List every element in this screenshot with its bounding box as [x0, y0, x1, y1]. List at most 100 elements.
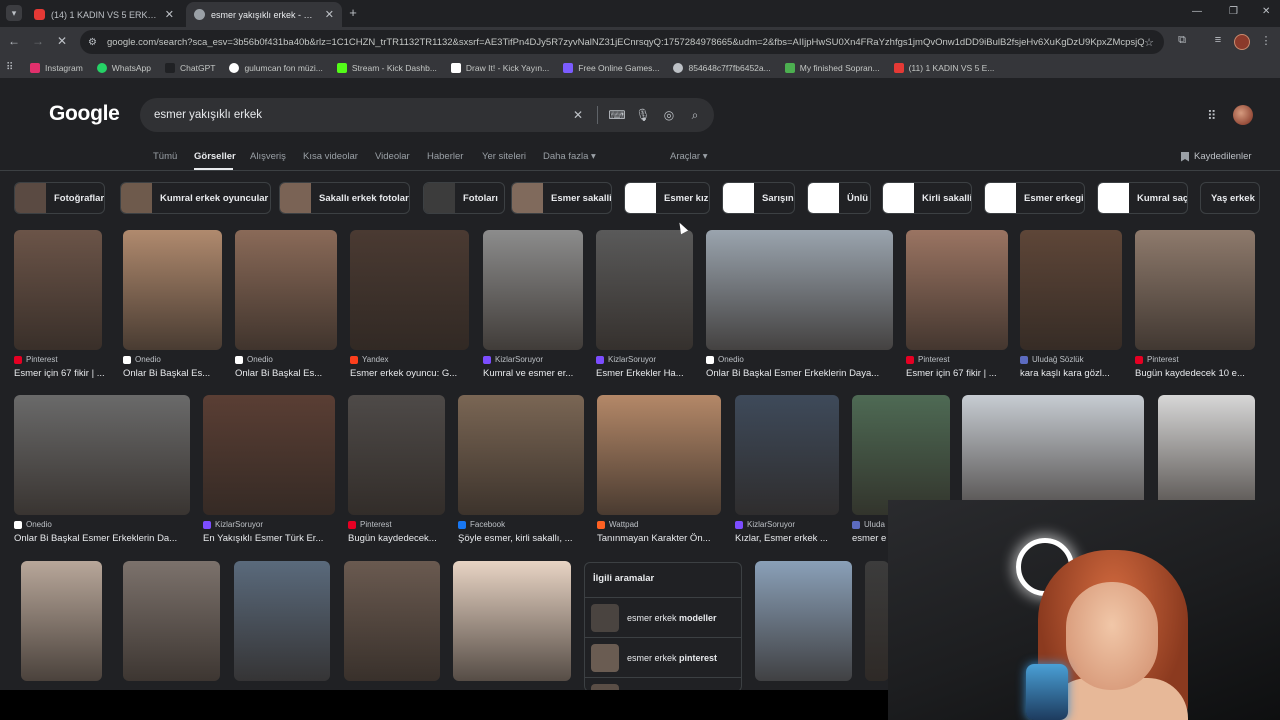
filter-chip[interactable]: Yaş erkek [1200, 182, 1260, 214]
image-source[interactable]: Onedio [706, 355, 744, 364]
menu-icon[interactable]: ⋮ [1258, 34, 1274, 50]
image-source[interactable]: Onedio [235, 355, 273, 364]
saved-link[interactable]: Kaydedilenler [1181, 151, 1252, 162]
filter-chip[interactable]: Sarışın [722, 182, 795, 214]
image-result[interactable] [1135, 230, 1255, 350]
image-result[interactable] [906, 230, 1008, 350]
image-caption[interactable]: Bugün kaydedecek 10 e... [1135, 368, 1255, 379]
image-result[interactable] [344, 561, 440, 681]
address-bar[interactable]: ⚙ google.com/search?sca_esv=3b56b0f431ba… [80, 30, 1164, 54]
bookmark-item[interactable]: Draw It! - Kick Yayın... [450, 62, 549, 73]
image-source[interactable]: Pinterest [1135, 355, 1179, 364]
filter-chip[interactable]: Sakallı erkek fotoları [279, 182, 410, 214]
image-caption[interactable]: Tanınmayan Karakter Ön... [597, 533, 721, 544]
related-search-item[interactable] [585, 677, 741, 690]
image-result[interactable] [458, 395, 584, 515]
image-result[interactable] [962, 395, 1144, 515]
image-source[interactable]: Facebook [458, 520, 505, 529]
filter-chip[interactable]: Esmer kız [624, 182, 710, 214]
tab-web[interactable]: Yer siteleri [482, 151, 526, 162]
search-box[interactable]: esmer yakışıklı erkek ✕ ⌨ 🎙 ◎ ⌕ [140, 98, 714, 132]
close-tab-icon[interactable]: ✕ [165, 8, 174, 21]
image-result[interactable] [14, 395, 190, 515]
profile-avatar[interactable] [1234, 34, 1250, 50]
image-caption[interactable]: Onlar Bi Başkal Esmer Erkeklerin Da... [14, 533, 190, 544]
tab-search-icon[interactable]: ▾ [6, 5, 22, 21]
bookmark-item[interactable]: My finished Sopran... [784, 62, 880, 73]
bookmark-star-icon[interactable]: ☆ [1144, 36, 1154, 49]
image-caption[interactable]: Esmer için 67 fikir | ... [14, 368, 114, 379]
image-result[interactable] [348, 395, 445, 515]
image-caption[interactable]: Şöyle esmer, kirli sakallı, ... [458, 533, 584, 544]
image-result[interactable] [234, 561, 330, 681]
image-source[interactable]: Yandex [350, 355, 389, 364]
image-source[interactable]: Pinterest [348, 520, 392, 529]
google-apps-icon[interactable]: ⠿ [1207, 108, 1217, 124]
filter-chip[interactable]: Kumral erkek oyuncular [120, 182, 271, 214]
image-source[interactable]: Onedio [14, 520, 52, 529]
image-result[interactable] [21, 561, 102, 681]
filter-chip[interactable]: Esmer sakalli [511, 182, 612, 214]
image-source[interactable]: KizlarSoruyor [203, 520, 263, 529]
image-result[interactable] [203, 395, 335, 515]
bookmark-item[interactable]: 854648c7f7fb6452a... [673, 62, 771, 73]
close-tab-icon[interactable]: ✕ [325, 8, 334, 21]
close-window-icon[interactable]: ✕ [1262, 6, 1270, 17]
image-result[interactable] [123, 230, 222, 350]
image-caption[interactable]: En Yakışıklı Esmer Türk Er... [203, 533, 335, 544]
filter-chip[interactable]: Kirli sakalli [882, 182, 972, 214]
image-result[interactable] [852, 395, 950, 515]
filter-chip[interactable]: Kumral saç [1097, 182, 1188, 214]
image-result[interactable] [483, 230, 583, 350]
image-result[interactable] [235, 230, 337, 350]
filter-chip[interactable]: Fotoları [423, 182, 505, 214]
image-source[interactable]: Onedio [123, 355, 161, 364]
image-result[interactable] [755, 561, 852, 681]
image-result[interactable] [1158, 395, 1255, 515]
image-source[interactable]: Pinterest [906, 355, 950, 364]
restore-icon[interactable]: ❐ [1229, 6, 1238, 17]
tab-all[interactable]: Tümü [153, 151, 177, 162]
search-input[interactable]: esmer yakışıklı erkek [154, 109, 565, 121]
forward-icon[interactable]: → [30, 34, 46, 48]
image-result[interactable] [597, 395, 721, 515]
apps-icon[interactable]: ⠿ [6, 62, 16, 73]
image-source[interactable]: Uludağ Sözlük [1020, 355, 1084, 364]
image-source[interactable]: Pinterest [14, 355, 58, 364]
bookmark-item[interactable]: Free Online Games... [563, 62, 659, 73]
related-search-item[interactable]: esmer erkek modeller [585, 597, 741, 637]
bookmark-item[interactable]: WhatsApp [96, 62, 151, 73]
browser-tab-google[interactable]: esmer yakışıklı erkek - Google'd ✕ [186, 2, 342, 27]
image-caption[interactable]: Onlar Bi Başkal Es... [123, 368, 223, 379]
browser-tab-youtube[interactable]: (14) 1 KADIN VS 5 ERKEK | KIYA ✕ [26, 2, 182, 27]
lens-icon[interactable]: ◎ [656, 108, 682, 122]
filter-chip[interactable]: Esmer erkegi [984, 182, 1085, 214]
image-caption[interactable]: Esmer Erkekler Ha... [596, 368, 696, 379]
account-avatar[interactable] [1233, 105, 1253, 125]
image-result[interactable] [596, 230, 693, 350]
extensions-icon[interactable]: ⧉ [1174, 34, 1190, 50]
filter-chip[interactable]: Ünlü [807, 182, 871, 214]
image-caption[interactable]: Onlar Bi Başkal Esmer Erkeklerin Daya... [706, 368, 893, 379]
clear-icon[interactable]: ✕ [565, 108, 591, 122]
image-caption[interactable]: Esmer erkek oyuncu: G... [350, 368, 469, 379]
microphone-icon[interactable]: 🎙 [630, 108, 656, 122]
tab-short-videos[interactable]: Kısa videolar [303, 151, 358, 162]
related-search-item[interactable]: esmer erkek pinterest [585, 637, 741, 677]
keyboard-icon[interactable]: ⌨ [604, 108, 630, 122]
image-source[interactable]: KizlarSoruyor [735, 520, 795, 529]
image-source[interactable]: Wattpad [597, 520, 639, 529]
search-icon[interactable]: ⌕ [682, 108, 708, 123]
image-result[interactable] [453, 561, 571, 681]
new-tab-icon[interactable]: + [346, 6, 360, 20]
image-result[interactable] [14, 230, 102, 350]
site-info-icon[interactable]: ⚙ [88, 37, 100, 48]
back-icon[interactable]: ← [6, 34, 22, 48]
media-icon[interactable]: ≡ [1210, 34, 1226, 50]
reload-icon[interactable]: ✕ [54, 34, 70, 48]
tab-videos[interactable]: Videolar [375, 151, 410, 162]
google-logo[interactable]: Google [49, 102, 120, 126]
image-caption[interactable]: Kumral ve esmer er... [483, 368, 583, 379]
bookmark-item[interactable]: gulumcan fon müzi... [229, 62, 323, 73]
image-result[interactable] [123, 561, 220, 681]
